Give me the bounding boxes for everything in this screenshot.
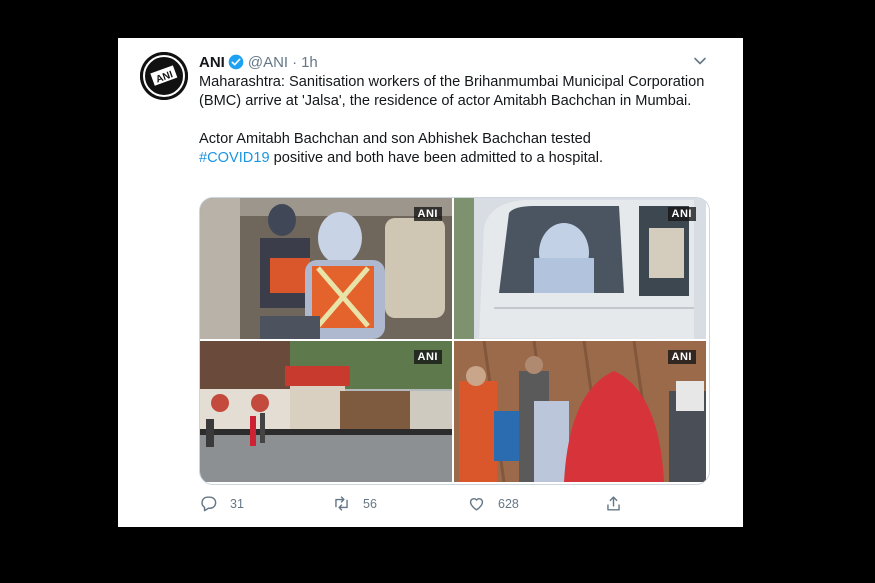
ani-watermark: ANI [667,350,696,364]
photo-car-interior[interactable]: ANI [200,198,452,339]
tweet-paragraph-2-start: Actor Amitabh Bachchan and son Abhishek … [199,131,591,147]
author-handle[interactable]: @ANI [248,54,288,71]
tweet-paragraph-1: Maharashtra: Sanitisation workers of the… [199,74,705,109]
ani-watermark: ANI [413,207,442,221]
photo-car-window[interactable]: ANI [454,198,706,339]
photo-workers-gate[interactable]: ANI [454,341,706,482]
avatar[interactable]: ANI [140,52,188,100]
ani-watermark: ANI [413,350,442,364]
share-button[interactable] [604,494,635,513]
tweet-paragraph-2-end: positive and both have been admitted to … [269,150,604,166]
tweet-text: Maharashtra: Sanitisation workers of the… [199,73,719,168]
like-button[interactable]: 628 [467,494,519,513]
retweet-button[interactable]: 56 [332,494,377,513]
tweet-card: ANI ANI @ANI · 1h Maharashtra: Sanitisat… [118,38,743,527]
ani-watermark: ANI [667,207,696,221]
ani-logo: ANI [140,52,188,100]
reply-button[interactable]: 31 [199,494,244,513]
photo-bungalow-gate[interactable]: ANI [200,341,452,482]
share-icon [607,496,620,511]
verified-badge-icon [228,54,244,70]
media-grid: ANI ANI ANI ANI [199,197,710,485]
hashtag-link[interactable]: #COVID19 [199,150,270,166]
reply-count: 31 [230,496,244,511]
tweet-header: ANI @ANI · 1h [199,52,318,72]
chevron-down-icon[interactable] [693,54,707,68]
author-name[interactable]: ANI [199,54,225,71]
tweet-paragraph-2: Actor Amitabh Bachchan and son Abhishek … [199,130,719,168]
tweet-actions: 31 56 628 [199,494,629,514]
retweet-icon [335,496,348,511]
like-count: 628 [498,496,519,511]
heart-icon [469,498,484,511]
timestamp[interactable]: 1h [301,54,318,71]
reply-icon [201,496,217,512]
retweet-count: 56 [363,496,377,511]
separator-dot: · [292,53,298,71]
